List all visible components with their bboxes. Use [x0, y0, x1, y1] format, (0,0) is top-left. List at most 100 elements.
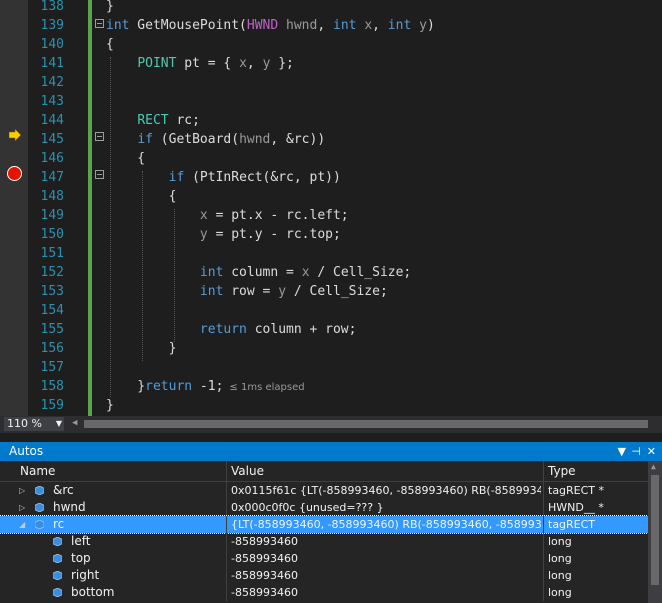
field-icon	[53, 554, 62, 563]
code-line[interactable]: if (GetBoard(hwnd, &rc))	[106, 130, 325, 149]
code-line[interactable]: int column = x / Cell_Size;	[106, 263, 411, 282]
autos-window-title: Autos	[9, 444, 44, 458]
autos-name: right	[71, 568, 100, 582]
glyph-margin[interactable]	[0, 0, 28, 416]
code-line[interactable]: {	[106, 35, 114, 54]
column-divider	[543, 533, 544, 550]
chevron-down-icon: ▼	[55, 419, 62, 428]
indent-guide	[142, 171, 143, 361]
line-number: 148	[40, 189, 64, 204]
code-line[interactable]: }return -1; ≤ 1ms elapsed	[106, 377, 304, 396]
change-tracking-bar	[88, 0, 92, 416]
field-icon	[35, 520, 44, 529]
column-header-name[interactable]: Name	[20, 461, 55, 481]
collapse-toggle[interactable]	[95, 19, 104, 28]
line-number: 151	[40, 246, 64, 261]
line-number: 142	[40, 75, 64, 90]
line-number: 158	[40, 379, 64, 394]
code-line[interactable]: RECT rc;	[106, 111, 200, 130]
line-number-gutter: 138 139 140 141 142 143 144 145 146 147 148 149 150 1…	[28, 0, 68, 416]
column-divider	[543, 567, 544, 584]
code-editor[interactable]: 138 139 140 141 142 143 144 145 146 147 148 149 150 1…	[0, 0, 662, 416]
autos-type: tagRECT	[548, 518, 596, 531]
autos-name: bottom	[71, 585, 115, 599]
column-divider[interactable]	[226, 461, 227, 481]
line-number: 152	[40, 265, 64, 280]
expand-toggle-icon[interactable]: ▷	[19, 499, 25, 516]
column-header-type[interactable]: Type	[548, 461, 576, 481]
column-divider	[543, 550, 544, 567]
line-number: 145	[40, 132, 64, 147]
autos-row[interactable]: ▷ hwnd 0x000c0f0c {unused=??? } HWND__ *	[0, 499, 648, 516]
column-divider	[226, 567, 227, 584]
vertical-scrollbar[interactable]: ▲	[648, 461, 662, 603]
column-divider[interactable]	[543, 461, 544, 481]
autos-row[interactable]: top -858993460 long	[0, 550, 648, 567]
zoom-level-dropdown[interactable]: 110 % ▼	[4, 417, 64, 431]
autos-type: long	[548, 569, 572, 582]
autos-value[interactable]: -858993460	[231, 550, 541, 567]
autos-value[interactable]: 0x0115f61c {LT(-858993460, -858993460) R…	[231, 482, 541, 499]
autos-name: hwnd	[53, 500, 86, 514]
autos-row[interactable]: ◢ rc {LT(-858993460, -858993460) RB(-85899…	[0, 515, 649, 534]
zoom-level-value: 110 %	[7, 417, 42, 430]
column-divider	[543, 499, 544, 516]
breakpoint-icon[interactable]	[7, 166, 22, 181]
code-line[interactable]: int row = y / Cell_Size;	[106, 282, 388, 301]
autos-value[interactable]: 0x000c0f0c {unused=??? }	[231, 499, 541, 516]
column-header-value[interactable]: Value	[231, 461, 264, 481]
autos-value[interactable]: -858993460	[231, 567, 541, 584]
autos-type: HWND__ *	[548, 501, 604, 514]
close-icon[interactable]: ✕	[647, 442, 656, 461]
line-number: 157	[40, 360, 64, 375]
autos-value[interactable]: -858993460	[231, 584, 541, 601]
line-number: 146	[40, 151, 64, 166]
line-number: 155	[40, 322, 64, 337]
autos-type: long	[548, 586, 572, 599]
vertical-scrollbar-thumb[interactable]	[651, 475, 659, 585]
line-number: 139	[40, 18, 64, 33]
column-divider	[543, 516, 544, 533]
autos-type: long	[548, 552, 572, 565]
autos-value[interactable]: -858993460	[231, 533, 541, 550]
autos-row[interactable]: bottom -858993460 long	[0, 584, 648, 601]
collapse-toggle[interactable]	[95, 170, 104, 179]
field-icon	[35, 503, 44, 512]
collapse-toggle[interactable]	[95, 132, 104, 141]
scroll-up-icon[interactable]: ▲	[651, 462, 656, 471]
code-line[interactable]: return column + row;	[106, 320, 357, 339]
line-number: 156	[40, 341, 64, 356]
line-number: 149	[40, 208, 64, 223]
code-line[interactable]: }	[106, 0, 114, 16]
line-number: 143	[40, 94, 64, 109]
scroll-left-icon[interactable]: ◀	[72, 418, 77, 428]
autos-name: top	[71, 551, 91, 565]
autos-header-row: Name Value Type	[0, 461, 648, 482]
line-number: 144	[40, 113, 64, 128]
expand-toggle-icon[interactable]: ▷	[19, 482, 25, 499]
code-line[interactable]: int GetMousePoint(HWND hwnd, int x, int …	[106, 16, 435, 35]
field-icon	[53, 571, 62, 580]
autos-row[interactable]: ▷ &rc 0x0115f61c {LT(-858993460, -85899346…	[0, 482, 648, 499]
line-number: 153	[40, 284, 64, 299]
code-line[interactable]: }	[106, 396, 114, 415]
code-line[interactable]: POINT pt = { x, y };	[106, 54, 294, 73]
field-icon	[53, 537, 62, 546]
window-position-dropdown-icon[interactable]: ▼	[618, 442, 626, 461]
autos-row[interactable]: left -858993460 long	[0, 533, 648, 550]
autos-row[interactable]: right -858993460 long	[0, 567, 648, 584]
column-divider	[226, 482, 227, 499]
autos-name: &rc	[53, 483, 74, 497]
autos-value[interactable]: {LT(-858993460, -858993460) RB(-85899346…	[231, 516, 541, 533]
current-statement-arrow-icon	[9, 129, 21, 141]
code-line[interactable]: {	[106, 149, 145, 168]
editor-status-strip: 110 % ▼ ◀	[0, 416, 662, 433]
column-divider	[226, 584, 227, 601]
line-number: 140	[40, 37, 64, 52]
horizontal-scrollbar-thumb[interactable]	[84, 420, 648, 428]
pin-icon[interactable]: ⊣	[631, 442, 641, 461]
indent-guide	[174, 209, 175, 342]
autos-type: long	[548, 535, 572, 548]
column-divider	[226, 499, 227, 516]
expand-toggle-icon[interactable]: ◢	[19, 516, 25, 533]
